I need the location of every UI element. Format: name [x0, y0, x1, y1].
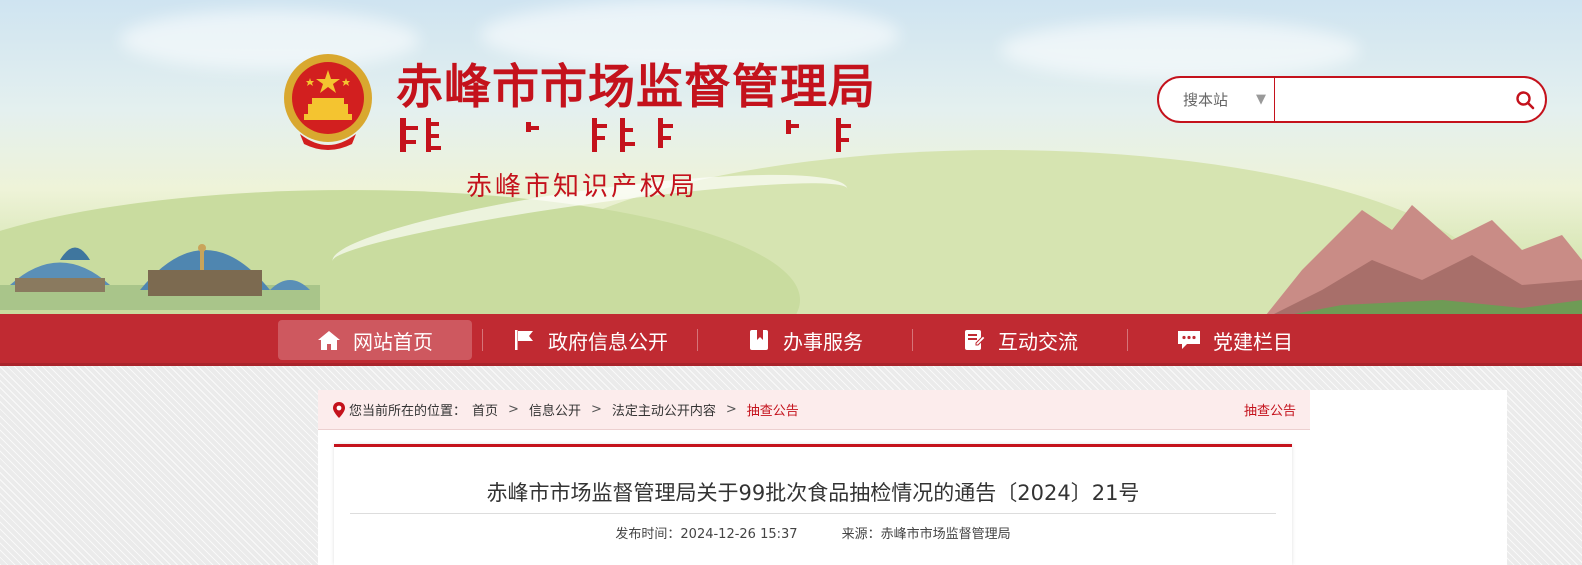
location-pin-icon: [333, 401, 345, 418]
bookmark-icon: [750, 330, 768, 350]
article-card: 赤峰市市场监督管理局关于99批次食品抽检情况的通告〔2024〕21号 发布时间：…: [334, 444, 1292, 565]
breadcrumb-current-link[interactable]: 抽查公告: [747, 400, 799, 419]
search-scope-label: 搜本站: [1183, 91, 1229, 109]
mongolian-script-title: [400, 118, 851, 152]
flag-icon: [515, 330, 533, 350]
article-source: 来源：赤峰市市场监督管理局: [841, 527, 1011, 542]
main-nav: 网站首页 政府信息公开 办事服务 互动交流 党建栏目: [0, 314, 1582, 366]
nav-item-label: 互动交流: [998, 329, 1078, 354]
search-icon: [1516, 90, 1535, 109]
chat-icon: [1178, 331, 1200, 349]
search-box: 搜本站 ▼: [1157, 76, 1547, 123]
article-divider: [350, 513, 1276, 514]
publish-time: 发布时间：2024-12-26 15:37: [615, 527, 798, 542]
national-emblem-icon: [284, 54, 372, 150]
article-title: 赤峰市市场监督管理局关于99批次食品抽检情况的通告〔2024〕21号: [486, 481, 1140, 505]
breadcrumb-info-link[interactable]: 信息公开: [529, 400, 581, 419]
cloud: [1000, 20, 1360, 80]
nav-item-label: 办事服务: [783, 329, 863, 354]
nav-item-interaction[interactable]: 互动交流: [913, 314, 1127, 366]
nav-item-services[interactable]: 办事服务: [698, 314, 912, 366]
site-title: 赤峰市市场监督管理局: [396, 60, 876, 115]
nav-item-label: 党建栏目: [1213, 329, 1293, 354]
search-input[interactable]: [1275, 78, 1505, 121]
breadcrumb-separator: >: [508, 402, 519, 417]
triangle-down-icon: ▼: [1256, 92, 1266, 107]
breadcrumb-home-link[interactable]: 首页: [472, 400, 498, 419]
nav-item-party[interactable]: 党建栏目: [1128, 314, 1342, 366]
breadcrumb-statutory-link[interactable]: 法定主动公开内容: [612, 400, 716, 419]
breadcrumb-separator: >: [590, 402, 602, 417]
nav-item-gov-info[interactable]: 政府信息公开: [483, 314, 697, 366]
site-subtitle: 赤峰市知识产权局: [466, 172, 699, 202]
header-banner: 赤峰市市场监督管理局 赤峰市知识产权局 搜本站 ▼: [0, 0, 1582, 316]
home-icon: [318, 331, 340, 350]
breadcrumb: 您当前所在的位置： 首页 > 信息公开 > 法定主动公开内容 > 抽查公告 抽查…: [318, 390, 1310, 430]
nav-item-label: 网站首页: [353, 329, 433, 354]
nav-item-label: 政府信息公开: [548, 329, 668, 354]
search-button[interactable]: [1505, 78, 1545, 121]
article-meta: 发布时间：2024-12-26 15:37 来源：赤峰市市场监督管理局: [334, 523, 1292, 542]
yurt-illustration: [0, 244, 320, 310]
edit-note-icon: [965, 330, 986, 350]
side-panel: [1310, 390, 1507, 565]
nav-item-home[interactable]: 网站首页: [278, 320, 472, 360]
mountain-rocks-illustration: [1265, 205, 1582, 316]
breadcrumb-separator: >: [725, 402, 737, 417]
section-label: 抽查公告: [1243, 404, 1296, 419]
breadcrumb-prefix: 您当前所在的位置：: [349, 404, 467, 419]
search-scope-select[interactable]: 搜本站 ▼: [1159, 78, 1275, 121]
